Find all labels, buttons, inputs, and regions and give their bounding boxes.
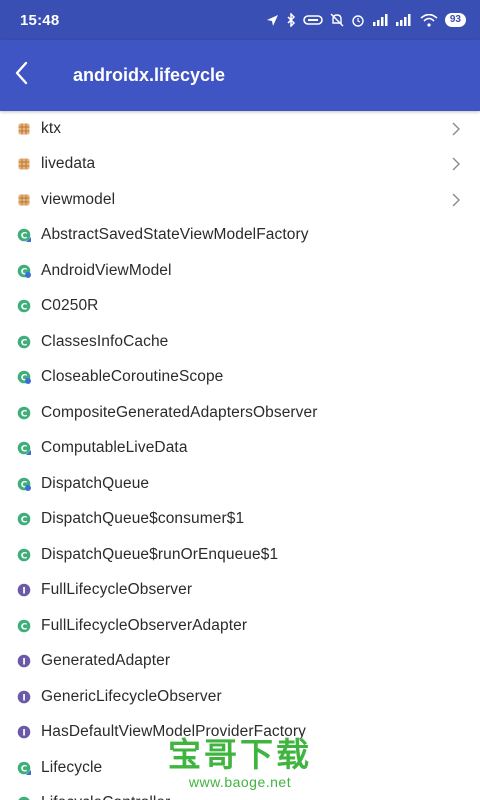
class-icon: C — [17, 512, 31, 526]
list-item-label: ClassesInfoCache — [41, 332, 169, 350]
list-item-label: HasDefaultViewModelProviderFactory — [41, 723, 307, 741]
svg-text:C: C — [21, 232, 28, 242]
list-item-label: CloseableCoroutineScope — [41, 368, 224, 386]
alarm-icon — [351, 13, 365, 27]
svg-text:C: C — [21, 551, 28, 561]
list-item-label: ktx — [41, 119, 62, 137]
list-item-label: DispatchQueue — [41, 474, 150, 492]
svg-text:C: C — [21, 764, 28, 774]
list-item[interactable]: C AbstractSavedStateViewModelFactory — [0, 218, 480, 254]
svg-text:I: I — [22, 587, 25, 597]
bluetooth-icon — [286, 13, 296, 27]
chevron-right-icon — [452, 122, 460, 136]
list-item-label: DispatchQueue$consumer$1 — [41, 510, 245, 528]
svg-text:C: C — [21, 445, 28, 455]
list-item[interactable]: I FullLifecycleObserver — [0, 573, 480, 609]
package-item[interactable]: livedata — [0, 147, 480, 183]
status-time: 15:48 — [20, 11, 60, 29]
class-icon: C — [17, 299, 31, 313]
svg-text:C: C — [21, 409, 28, 419]
list-item[interactable]: C C0250R — [0, 289, 480, 325]
list-item[interactable]: C ComputableLiveData — [0, 431, 480, 467]
abstract-class-icon: C — [17, 761, 31, 775]
list-item[interactable]: C CompositeGeneratedAdaptersObserver — [0, 395, 480, 431]
list-item[interactable]: C DispatchQueue$consumer$1 — [0, 502, 480, 538]
class-icon: C — [17, 548, 31, 562]
list-item-label: C0250R — [41, 297, 99, 315]
back-button[interactable] — [14, 40, 66, 111]
list-item[interactable]: C FullLifecycleObserverAdapter — [0, 608, 480, 644]
svg-text:I: I — [22, 693, 25, 703]
svg-text:C: C — [21, 338, 28, 348]
status-icons: 93 — [266, 13, 466, 27]
svg-text:I: I — [22, 729, 25, 739]
chevron-right-icon — [452, 193, 460, 207]
back-arrow-icon — [14, 61, 28, 90]
interface-icon: I — [17, 583, 31, 597]
svg-text:C: C — [21, 303, 28, 313]
interface-icon: I — [17, 725, 31, 739]
list-item-label: viewmodel — [41, 190, 116, 208]
list-item-label: GenericLifecycleObserver — [41, 687, 222, 705]
svg-text:C: C — [21, 622, 28, 632]
abstract-class-icon: C — [17, 441, 31, 456]
list-item[interactable]: C ClassesInfoCache — [0, 324, 480, 360]
list-item-label: FullLifecycleObserverAdapter — [41, 616, 248, 634]
app-bar: androidx.lifecycle — [0, 40, 480, 111]
list-item-label: GeneratedAdapter — [41, 652, 171, 670]
list-item[interactable]: C DispatchQueue — [0, 466, 480, 502]
svg-text:I: I — [22, 658, 25, 668]
class-icon: C — [17, 335, 31, 349]
list-item-label: livedata — [41, 155, 96, 173]
list-item-label: ComputableLiveData — [41, 439, 188, 457]
class-icon: C — [17, 264, 31, 278]
list-item[interactable]: C CloseableCoroutineScope — [0, 360, 480, 396]
interface-icon: I — [17, 690, 31, 704]
package-item[interactable]: viewmodel — [0, 182, 480, 218]
package-item[interactable]: ktx — [0, 111, 480, 147]
class-icon: C — [17, 796, 31, 800]
list-item-label: CompositeGeneratedAdaptersObserver — [41, 403, 318, 421]
status-bar: 15:48 93 — [0, 0, 480, 40]
battery-icon: 93 — [444, 13, 466, 27]
list-item-label: AbstractSavedStateViewModelFactory — [41, 226, 309, 244]
class-icon: C — [17, 619, 31, 633]
class-icon: C — [17, 370, 31, 385]
list-item-label: Lifecycle — [41, 758, 103, 776]
signal-hd-icon — [395, 14, 413, 26]
wifi-icon — [420, 13, 438, 27]
package-icon — [17, 157, 31, 171]
class-list[interactable]: ktx livedata viewmodel C AbstractSavedStateV… — [0, 111, 480, 800]
abstract-class-icon: C — [17, 228, 31, 243]
list-item-label: LifecycleController — [41, 794, 170, 800]
package-icon — [17, 122, 31, 136]
list-item[interactable]: C DispatchQueue$runOrEnqueue$1 — [0, 537, 480, 573]
class-icon: C — [17, 477, 31, 491]
list-item-label: AndroidViewModel — [41, 261, 172, 279]
list-item[interactable]: I GeneratedAdapter — [0, 644, 480, 680]
svg-text:C: C — [21, 516, 28, 526]
list-item[interactable]: C Lifecycle — [0, 750, 480, 786]
package-icon — [17, 193, 31, 207]
page-title: androidx.lifecycle — [73, 65, 226, 85]
chevron-right-icon — [452, 157, 460, 171]
list-item-label: DispatchQueue$runOrEnqueue$1 — [41, 545, 279, 563]
list-item[interactable]: C LifecycleController — [0, 786, 480, 800]
list-item-label: FullLifecycleObserver — [41, 581, 193, 599]
list-item[interactable]: C AndroidViewModel — [0, 253, 480, 289]
silent-icon — [330, 13, 344, 27]
class-icon: C — [17, 406, 31, 420]
list-item[interactable]: I GenericLifecycleObserver — [0, 679, 480, 715]
signal-icon — [372, 14, 388, 26]
location-icon — [266, 14, 279, 27]
list-item[interactable]: I HasDefaultViewModelProviderFactory — [0, 715, 480, 751]
link-icon — [303, 14, 323, 26]
interface-icon: I — [17, 654, 31, 668]
